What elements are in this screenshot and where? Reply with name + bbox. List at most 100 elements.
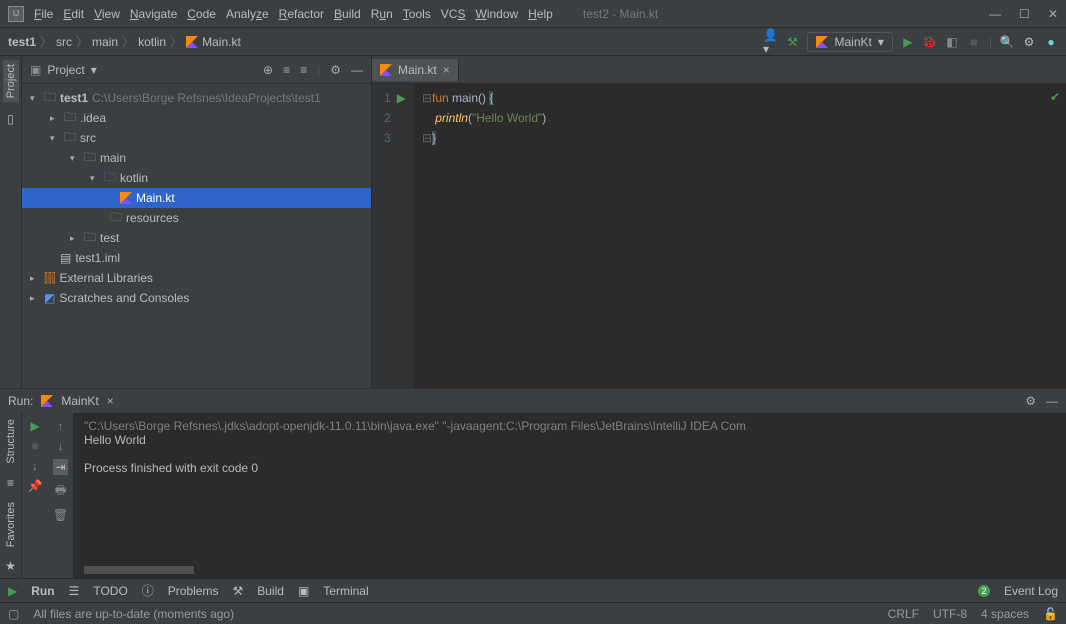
tree-resources[interactable]: 🗀 resources xyxy=(22,208,371,228)
down2-icon[interactable]: ↓ xyxy=(58,439,64,453)
breadcrumb-1[interactable]: src xyxy=(56,35,72,49)
up-icon[interactable]: ↑ xyxy=(58,419,64,433)
lock-icon[interactable]: 🔓 xyxy=(1043,607,1058,621)
minimize-icon[interactable]: ― xyxy=(989,7,1001,21)
expand-icon[interactable]: ≡ xyxy=(283,63,290,77)
trash-icon[interactable]: 🗑 xyxy=(53,508,68,522)
run-config-label: MainKt xyxy=(834,35,871,49)
menu-vcs[interactable]: VCS xyxy=(441,7,466,21)
maximize-icon[interactable]: ☐ xyxy=(1019,7,1030,21)
tree-kotlin[interactable]: ▾🗀 kotlin xyxy=(22,168,371,188)
tree-scratch[interactable]: ▸◩ Scratches and Consoles xyxy=(22,288,371,308)
search-icon[interactable]: 🔍 xyxy=(1000,35,1014,49)
menu-window[interactable]: Window xyxy=(475,7,518,21)
menu-code[interactable]: Code xyxy=(187,7,216,21)
tree-main[interactable]: ▾🗀 main xyxy=(22,148,371,168)
menu-help[interactable]: Help xyxy=(528,7,553,21)
run-config-dropdown[interactable]: MainKt ▾ xyxy=(807,32,892,52)
kotlin-file-icon xyxy=(380,64,392,76)
user-icon[interactable]: 👤▾ xyxy=(763,35,777,49)
gutter-run-icon[interactable]: ▶ xyxy=(397,88,406,108)
breadcrumb-2[interactable]: main xyxy=(92,35,118,49)
menu-run[interactable]: Run xyxy=(371,7,393,21)
status-icon[interactable]: ▢ xyxy=(8,607,19,621)
circle-icon[interactable]: ● xyxy=(1044,35,1058,49)
status-eol[interactable]: CRLF xyxy=(888,607,919,621)
tree-src[interactable]: ▾🗀 src xyxy=(22,128,371,148)
menu-refactor[interactable]: Refactor xyxy=(279,7,324,21)
chevron-down-icon[interactable]: ▾ xyxy=(91,63,97,77)
settings-icon[interactable]: ⚙ xyxy=(1022,35,1036,49)
app-logo-icon: IJ xyxy=(8,6,24,22)
stop-icon[interactable]: ■ xyxy=(967,35,981,49)
run-tool-icon[interactable]: ▶ xyxy=(8,584,17,598)
tool-tab-structure[interactable]: Structure xyxy=(3,417,19,466)
stop-icon[interactable]: ■ xyxy=(31,439,38,453)
gear-icon[interactable]: ⚙ xyxy=(330,63,341,77)
pin-icon[interactable]: 📌 xyxy=(28,479,43,493)
star-icon[interactable]: ★ xyxy=(5,559,16,573)
code-editor[interactable]: ⊟fun main() { println("Hello World") ⊟} xyxy=(414,84,554,388)
run-config-name[interactable]: MainKt xyxy=(61,394,98,408)
menu-tools[interactable]: Tools xyxy=(403,7,431,21)
menu-file[interactable]: File xyxy=(34,7,53,21)
build-icon[interactable]: ⚒ xyxy=(785,35,799,49)
print-icon[interactable]: 🖶 xyxy=(55,481,66,502)
bookmark-icon[interactable]: ▯ xyxy=(7,112,14,126)
tree-mainkt[interactable]: Main.kt xyxy=(22,188,371,208)
project-window-icon: ▣ xyxy=(30,63,41,77)
horizontal-scrollbar[interactable] xyxy=(84,566,194,574)
build-icon: ⚒ xyxy=(232,584,243,598)
console-cmd: "C:\Users\Borge Refsnes\.jdks\adopt-open… xyxy=(84,419,1056,433)
bottom-eventlog[interactable]: Event Log xyxy=(1004,584,1058,598)
bottom-run[interactable]: Run xyxy=(31,584,54,598)
tree-test[interactable]: ▸🗀 test xyxy=(22,228,371,248)
run-console[interactable]: "C:\Users\Borge Refsnes\.jdks\adopt-open… xyxy=(74,413,1066,578)
menu-edit[interactable]: Edit xyxy=(63,7,84,21)
tree-root[interactable]: ▾🗀 test1 C:\Users\Borge Refsnes\IdeaProj… xyxy=(22,88,371,108)
bottom-problems[interactable]: Problems xyxy=(168,584,219,598)
tree-idea[interactable]: ▸🗀 .idea xyxy=(22,108,371,128)
status-encoding[interactable]: UTF-8 xyxy=(933,607,967,621)
down-icon[interactable]: ↓ xyxy=(32,459,38,473)
run-icon[interactable]: ▶ xyxy=(901,35,915,49)
bottom-build[interactable]: Build xyxy=(257,584,284,598)
kotlin-icon xyxy=(816,36,828,48)
structure-icon[interactable]: ≡ xyxy=(7,476,14,490)
bottom-todo[interactable]: TODO xyxy=(93,584,127,598)
tree-iml[interactable]: ▤ test1.iml xyxy=(22,248,371,268)
tool-tab-favorites[interactable]: Favorites xyxy=(3,500,19,549)
gear-icon[interactable]: ⚙ xyxy=(1025,394,1036,408)
tool-tab-project[interactable]: Project xyxy=(3,60,19,102)
bottom-terminal[interactable]: Terminal xyxy=(323,584,368,598)
hide-icon[interactable]: ― xyxy=(1046,394,1058,408)
status-indent[interactable]: 4 spaces xyxy=(981,607,1029,621)
line-gutter: 1 ▶ 2 3 xyxy=(372,84,414,388)
close-run-tab-icon[interactable]: × xyxy=(107,394,114,408)
hide-icon[interactable]: ― xyxy=(351,63,363,77)
main-menu: File Edit View Navigate Code Analyze Ref… xyxy=(34,7,553,21)
breadcrumb-4[interactable]: Main.kt xyxy=(202,35,241,49)
event-badge: 2 xyxy=(978,585,990,597)
project-tree: ▾🗀 test1 C:\Users\Borge Refsnes\IdeaProj… xyxy=(22,84,371,388)
collapse-icon[interactable]: ≡ xyxy=(300,63,307,77)
inspection-ok-icon[interactable]: ✔ xyxy=(1050,90,1060,104)
project-pane-title[interactable]: Project xyxy=(47,63,84,77)
tree-extlibs[interactable]: ▸⫿⫿⫿ External Libraries xyxy=(22,268,371,288)
menu-analyze[interactable]: Analyze xyxy=(226,7,269,21)
coverage-icon[interactable]: ◧ xyxy=(945,35,959,49)
menu-navigate[interactable]: Navigate xyxy=(130,7,177,21)
problems-icon: ⓘ xyxy=(142,582,154,599)
breadcrumb-3[interactable]: kotlin xyxy=(138,35,166,49)
close-icon[interactable]: ✕ xyxy=(1048,7,1058,21)
wrap-icon[interactable]: ⇥ xyxy=(53,459,67,475)
debug-icon[interactable]: 🐞 xyxy=(923,35,937,49)
kotlin-file-icon xyxy=(120,192,132,204)
close-tab-icon[interactable]: × xyxy=(443,63,450,77)
locate-icon[interactable]: ⊕ xyxy=(263,63,273,77)
menu-view[interactable]: View xyxy=(94,7,120,21)
rerun-icon[interactable]: ▶ xyxy=(30,419,39,433)
breadcrumb-0[interactable]: test1 xyxy=(8,35,36,49)
menu-build[interactable]: Build xyxy=(334,7,361,21)
editor-tab-mainkt[interactable]: Main.kt × xyxy=(372,59,459,81)
